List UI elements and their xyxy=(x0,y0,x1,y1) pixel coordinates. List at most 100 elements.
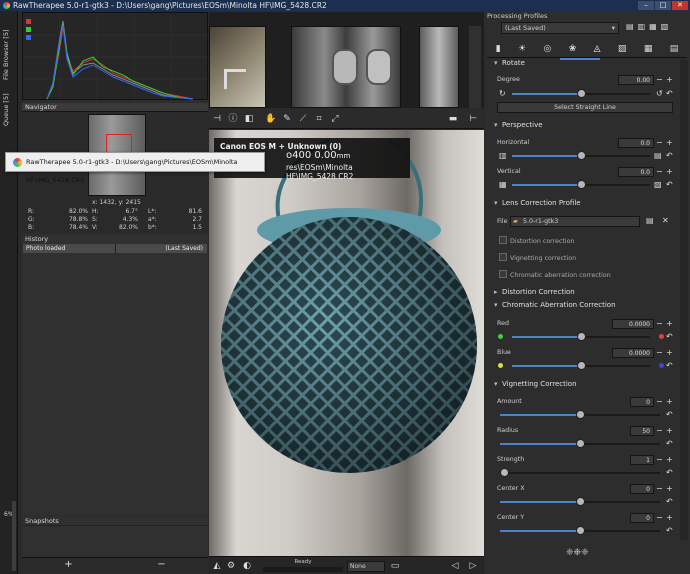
lens-profile-file[interactable]: ▰ 5.0-r1-gtk3 xyxy=(510,216,640,227)
increment-icon[interactable]: + xyxy=(666,513,673,523)
ca-section-header[interactable]: ▾ Chromatic Aberration Correction xyxy=(494,301,680,309)
maximize-button[interactable]: □ xyxy=(655,1,671,10)
reset-icon[interactable]: ↶ xyxy=(666,410,673,420)
vertical-value[interactable]: 0.0 xyxy=(618,167,654,177)
reset-icon[interactable]: ↺ xyxy=(656,89,663,99)
tab-metadata-icon[interactable]: ▤ xyxy=(670,44,679,54)
soft-proof-icon[interactable]: ▭ xyxy=(389,560,401,572)
tab-detail-icon[interactable]: ◎ xyxy=(543,44,551,54)
increment-icon[interactable]: + xyxy=(666,319,673,329)
tab-file-browser[interactable]: File Browser [5] xyxy=(2,29,16,81)
tab-favorites-icon[interactable]: ▮ xyxy=(496,44,501,54)
reset-icon[interactable]: ↶ xyxy=(666,361,673,371)
prev-image-icon[interactable]: ◁ xyxy=(449,560,461,572)
ca-correction-checkbox[interactable]: Chromatic aberration correction xyxy=(499,270,611,279)
decrement-icon[interactable]: − xyxy=(656,513,663,523)
settings-icon[interactable]: ⚙ xyxy=(225,560,237,572)
tab-wavelet-icon[interactable]: ▨ xyxy=(618,44,627,54)
increment-icon[interactable]: + xyxy=(666,397,673,407)
open-profile-icon[interactable]: ▤ xyxy=(626,22,634,31)
decrement-icon[interactable]: − xyxy=(656,455,663,465)
distortion-correction-checkbox[interactable]: Distortion correction xyxy=(499,236,575,245)
increment-icon[interactable]: + xyxy=(666,348,673,358)
degree-slider-knob[interactable] xyxy=(577,89,586,98)
tab-queue[interactable]: Queue [5] xyxy=(2,91,16,129)
profile-select[interactable]: (Last Saved) ▾ xyxy=(501,22,619,34)
lens-profile-section-header[interactable]: ▾ Lens Correction Profile xyxy=(494,199,680,207)
tab-transform-icon[interactable]: ◬ xyxy=(594,44,601,54)
radius-value[interactable]: 50 xyxy=(630,426,654,436)
reset-icon[interactable]: ↶ xyxy=(666,151,673,161)
vignetting-section-header[interactable]: ▾ Vignetting Correction xyxy=(494,380,680,388)
preview-mode-icon[interactable]: ◐ xyxy=(241,560,253,572)
tool-panel-scrollbar[interactable] xyxy=(680,60,688,540)
increment-icon[interactable]: + xyxy=(666,426,673,436)
blue-value[interactable]: 0.0000 xyxy=(612,348,654,358)
zoom-scrollbar[interactable] xyxy=(12,501,16,571)
degree-value[interactable]: 0.00 xyxy=(618,75,654,85)
filmstrip-thumbnail[interactable] xyxy=(291,26,401,108)
tab-color-icon[interactable]: ❀ xyxy=(569,44,577,54)
next-image-icon[interactable]: ▷ xyxy=(467,560,479,572)
copy-profile-icon[interactable]: ▦ xyxy=(649,22,657,31)
reset-icon[interactable]: ↶ xyxy=(666,526,673,536)
straighten-icon[interactable]: ⟋ xyxy=(297,113,309,125)
center-y-value[interactable]: 0 xyxy=(630,513,654,523)
center-x-value[interactable]: 0 xyxy=(630,484,654,494)
vertical-slider-knob[interactable] xyxy=(577,180,586,189)
strength-value[interactable]: 1 xyxy=(630,455,654,465)
before-after-icon[interactable]: ◧ xyxy=(243,113,255,125)
red-value[interactable]: 0.0000 xyxy=(612,319,654,329)
decrement-icon[interactable]: − xyxy=(656,426,663,436)
decrement-icon[interactable]: − xyxy=(656,167,663,177)
strength-slider-knob[interactable] xyxy=(500,468,509,477)
horizontal-value[interactable]: 0.0 xyxy=(618,138,654,148)
image-preview[interactable] xyxy=(209,130,484,556)
amount-value[interactable]: 0 xyxy=(630,397,654,407)
vignetting-correction-checkbox[interactable]: Vignetting correction xyxy=(499,253,576,262)
add-snapshot-button[interactable]: + xyxy=(64,559,72,570)
save-profile-icon[interactable]: ▥ xyxy=(638,22,646,31)
blue-slider-knob[interactable] xyxy=(577,361,586,370)
center-y-slider-knob[interactable] xyxy=(576,526,585,535)
tab-raw-icon[interactable]: ▦ xyxy=(644,44,653,54)
paste-profile-icon[interactable]: ▧ xyxy=(661,22,669,31)
display-profile-select[interactable]: None xyxy=(347,561,385,572)
minimize-button[interactable]: – xyxy=(638,1,654,10)
radius-slider-knob[interactable] xyxy=(576,439,585,448)
filmstrip-thumbnail[interactable] xyxy=(209,26,266,108)
reset-icon[interactable]: ↶ xyxy=(666,439,673,449)
select-straight-line-button[interactable]: Select Straight Line xyxy=(497,102,673,113)
amount-slider-knob[interactable] xyxy=(576,410,585,419)
perspective-section-header[interactable]: ▾ Perspective xyxy=(494,121,680,129)
horizontal-slider-knob[interactable] xyxy=(577,151,586,160)
crop-icon[interactable]: ⌗ xyxy=(313,113,325,125)
increment-icon[interactable]: + xyxy=(666,167,673,177)
color-picker-icon[interactable]: ✎ xyxy=(281,113,293,125)
decrement-icon[interactable]: − xyxy=(656,138,663,148)
increment-icon[interactable]: + xyxy=(666,75,673,85)
decrement-icon[interactable]: − xyxy=(656,75,663,85)
reset-icon[interactable]: ↶ xyxy=(666,468,673,478)
zoom-fit-icon[interactable]: ⤢ xyxy=(329,113,341,125)
hand-tool-icon[interactable]: ✋ xyxy=(265,113,277,125)
hide-left-panel-icon[interactable]: ⊣ xyxy=(211,113,223,125)
filmstrip-scrollbar[interactable] xyxy=(469,26,481,108)
center-x-slider-knob[interactable] xyxy=(576,497,585,506)
increment-icon[interactable]: + xyxy=(666,455,673,465)
undo-icon[interactable]: ↶ xyxy=(666,89,673,99)
increment-icon[interactable]: + xyxy=(666,484,673,494)
reset-icon[interactable]: ↶ xyxy=(666,332,673,342)
filmstrip-thumbnail[interactable] xyxy=(419,26,459,108)
hide-right-panel-icon[interactable]: ⊢ xyxy=(467,113,479,125)
strength-slider[interactable] xyxy=(500,472,660,474)
panel-toggle-icon[interactable]: ◭ xyxy=(211,560,223,572)
decrement-icon[interactable]: − xyxy=(656,484,663,494)
clear-icon[interactable]: ✕ xyxy=(662,216,669,226)
reset-icon[interactable]: ↶ xyxy=(666,497,673,507)
info-icon[interactable]: ⓘ xyxy=(227,113,239,125)
decrement-icon[interactable]: − xyxy=(656,348,663,358)
decrement-icon[interactable]: − xyxy=(656,319,663,329)
reset-icon[interactable]: ↶ xyxy=(666,180,673,190)
close-button[interactable]: ✕ xyxy=(672,1,688,10)
